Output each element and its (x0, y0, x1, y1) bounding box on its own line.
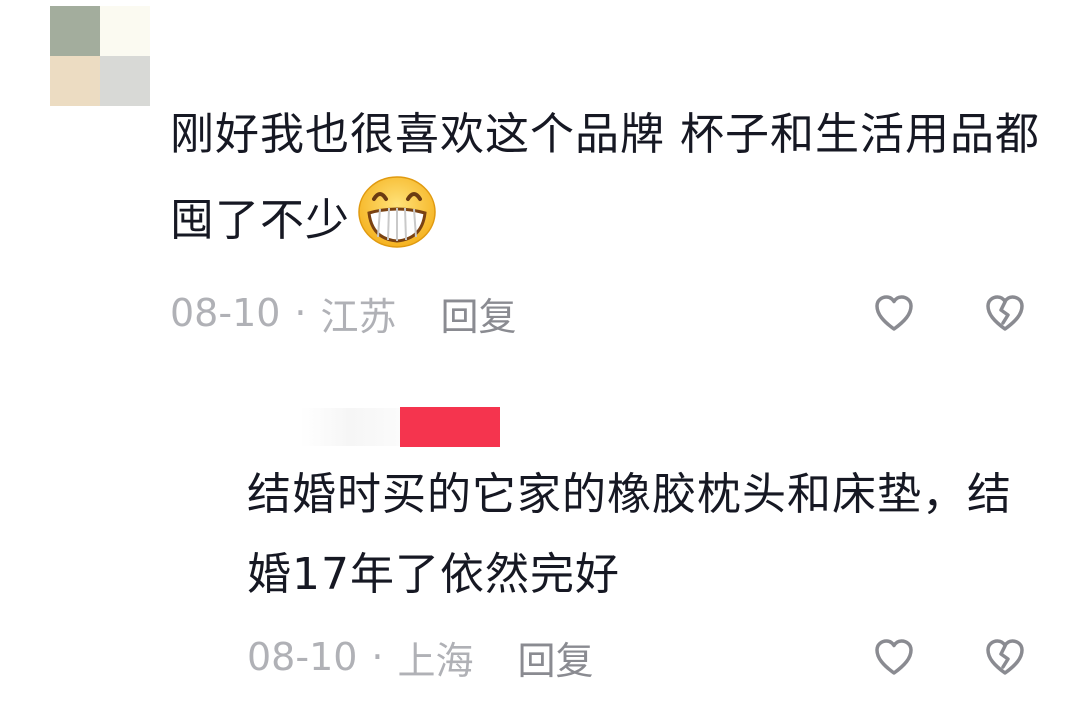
comment-date: 08-10 (170, 291, 281, 335)
avatar-tile (50, 56, 100, 106)
comment-text-content: 刚好我也很喜欢这个品牌 杯子和生活用品都囤了不少 (170, 109, 1040, 246)
broken-heart-outline-icon (986, 639, 1024, 675)
heart-outline-icon (875, 639, 913, 675)
like-button[interactable] (869, 288, 919, 338)
reply-button[interactable]: 回复 (441, 286, 517, 341)
username-redaction (400, 407, 500, 447)
dislike-button[interactable] (980, 632, 1030, 682)
heart-outline-icon (875, 295, 913, 331)
reply-button[interactable]: 回复 (518, 630, 594, 685)
avatar[interactable] (50, 6, 150, 106)
like-button[interactable] (869, 632, 919, 682)
avatar-tile (50, 6, 100, 56)
meta-separator: · (371, 635, 384, 679)
username-redaction-faint (300, 408, 400, 446)
comment-location: 江苏 (320, 294, 397, 339)
meta-separator: · (294, 291, 307, 335)
grinning-face-emoji-icon (358, 176, 436, 248)
broken-heart-outline-icon (986, 295, 1024, 331)
avatar-tile (100, 56, 150, 106)
comment-meta: 08-10 · 江苏 回复 (170, 286, 517, 341)
comment-meta: 08-10 · 上海 回复 (247, 630, 594, 685)
avatar-tile (100, 6, 150, 56)
comment-text: 刚好我也很喜欢这个品牌 杯子和生活用品都囤了不少 (170, 95, 1050, 261)
comment-location: 上海 (397, 638, 474, 683)
comment-date: 08-10 (247, 635, 358, 679)
dislike-button[interactable] (980, 288, 1030, 338)
comment-text: 结婚时买的它家的橡胶枕头和床垫，结婚17年了依然完好 (247, 469, 1012, 600)
